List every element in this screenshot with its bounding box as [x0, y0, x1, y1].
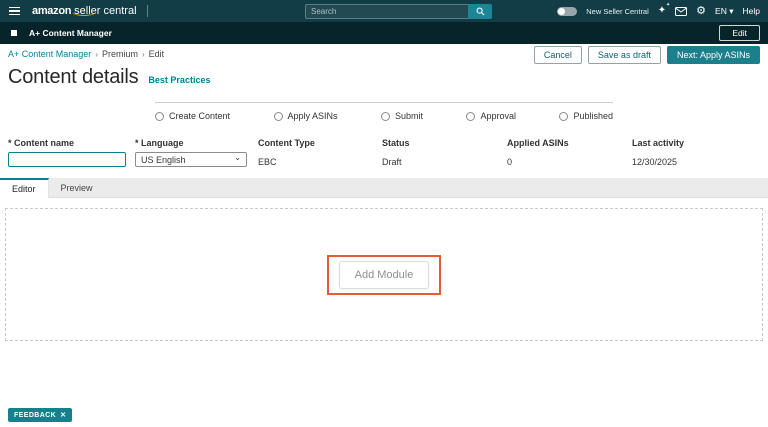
messages-icon[interactable] — [675, 7, 687, 16]
best-practices-link[interactable]: Best Practices — [148, 75, 210, 85]
top-nav: amazon seller central New Seller Central… — [0, 0, 768, 22]
search-button[interactable] — [468, 4, 492, 19]
step-create-content: Create Content — [155, 111, 230, 121]
step-apply-asins: Apply ASINs — [274, 111, 338, 121]
app-title: A+ Content Manager — [29, 28, 112, 38]
module-drop-zone: Add Module — [5, 208, 763, 341]
breadcrumb-edit: Edit — [149, 49, 165, 59]
search-input[interactable] — [305, 4, 468, 19]
app-square-icon — [11, 30, 17, 36]
language-select[interactable]: US English ⌄ — [135, 152, 247, 167]
amazon-logo-text: amazon — [32, 5, 71, 17]
breadcrumb-separator: › — [142, 50, 145, 59]
language-field: * Language US English ⌄ — [135, 138, 258, 167]
feedback-button[interactable]: FEEDBACK ✕ — [8, 408, 72, 422]
step-published: Published — [559, 111, 613, 121]
applied-asins-field: Applied ASINs 0 — [507, 138, 632, 167]
cancel-button[interactable]: Cancel — [534, 46, 582, 64]
last-activity-field: Last activity 12/30/2025 — [632, 138, 760, 167]
appbar-edit-button[interactable]: Edit — [719, 25, 760, 41]
editor-tabs: Editor Preview — [0, 178, 768, 198]
app-bar: A+ Content Manager Edit — [0, 22, 768, 44]
global-search — [305, 4, 492, 19]
progress-steps: Create Content Apply ASINs Submit Approv… — [155, 102, 613, 121]
language-label: * Language — [135, 138, 258, 148]
hamburger-menu-icon[interactable] — [9, 7, 20, 16]
step-submit: Submit — [381, 111, 423, 121]
close-icon: ✕ — [60, 411, 66, 419]
search-icon — [476, 7, 485, 16]
last-activity-label: Last activity — [632, 138, 760, 148]
applied-asins-label: Applied ASINs — [507, 138, 632, 148]
tab-editor[interactable]: Editor — [0, 178, 49, 198]
step-approval: Approval — [466, 111, 516, 121]
step-radio-icon — [559, 112, 568, 121]
new-seller-central-toggle[interactable] — [557, 7, 577, 16]
tab-preview[interactable]: Preview — [49, 178, 105, 197]
settings-gear-icon[interactable]: ⚙ — [696, 6, 706, 17]
title-row: Content details Best Practices — [8, 66, 210, 89]
next-apply-asins-button[interactable]: Next: Apply ASINs — [667, 46, 760, 64]
content-type-label: Content Type — [258, 138, 382, 148]
breadcrumb: A+ Content Manager › Premium › Edit — [8, 49, 164, 59]
ai-assistant-icon[interactable]: ✦✦ — [658, 6, 666, 16]
content-type-value: EBC — [258, 157, 382, 167]
toggle-label: New Seller Central — [586, 7, 649, 16]
page-actions: Cancel Save as draft Next: Apply ASINs — [534, 46, 760, 64]
content-type-field: Content Type EBC — [258, 138, 382, 167]
annotation-highlight-box: Add Module — [327, 255, 442, 295]
step-radio-icon — [274, 112, 283, 121]
add-module-button[interactable]: Add Module — [339, 261, 430, 289]
status-value: Draft — [382, 157, 507, 167]
content-name-field: * Content name — [8, 138, 135, 167]
nav-divider — [147, 5, 148, 17]
step-radio-icon — [381, 112, 390, 121]
breadcrumb-premium: Premium — [102, 49, 138, 59]
last-activity-value: 12/30/2025 — [632, 157, 760, 167]
chevron-down-icon: ▾ — [729, 6, 733, 16]
page-title: Content details — [8, 66, 138, 89]
breadcrumb-separator: › — [95, 50, 98, 59]
language-selector[interactable]: EN ▾ — [715, 6, 733, 17]
step-radio-icon — [155, 112, 164, 121]
status-label: Status — [382, 138, 507, 148]
content-meta-form: * Content name * Language US English ⌄ C… — [8, 138, 760, 167]
amazon-seller-central-logo[interactable]: amazon seller central — [32, 5, 137, 17]
applied-asins-value: 0 — [507, 157, 632, 167]
breadcrumb-link-content-manager[interactable]: A+ Content Manager — [8, 49, 91, 59]
help-link[interactable]: Help — [743, 6, 760, 16]
content-name-label: * Content name — [8, 138, 135, 148]
nav-right-cluster: New Seller Central ✦✦ ⚙ EN ▾ Help — [557, 0, 760, 22]
chevron-down-icon: ⌄ — [234, 154, 241, 162]
content-name-input[interactable] — [8, 152, 126, 167]
editor-panel: Add Module — [0, 199, 768, 427]
save-as-draft-button[interactable]: Save as draft — [588, 46, 661, 64]
step-radio-icon — [466, 112, 475, 121]
status-field: Status Draft — [382, 138, 507, 167]
